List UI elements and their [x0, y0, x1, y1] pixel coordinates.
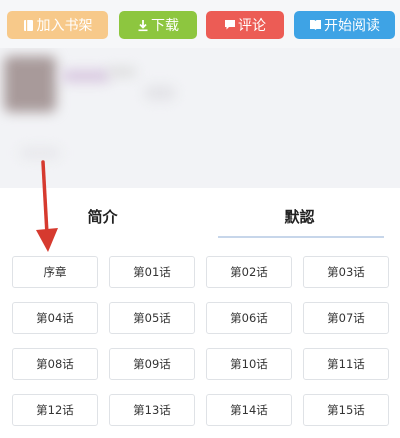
- chapter-button[interactable]: 第08话: [12, 348, 98, 380]
- book-info-blurred: [0, 48, 400, 188]
- comment-icon: [224, 19, 236, 31]
- chapter-button[interactable]: 第05话: [109, 302, 195, 334]
- chapter-button[interactable]: 第11话: [303, 348, 389, 380]
- comment-label: 评论: [238, 18, 266, 34]
- chapter-button[interactable]: 第01话: [109, 256, 195, 288]
- download-icon: [137, 19, 149, 32]
- tab-intro[interactable]: 简介: [55, 198, 150, 234]
- open-book-icon: [309, 19, 322, 31]
- start-reading-label: 开始阅读: [324, 18, 380, 34]
- blurred-text: [145, 86, 175, 100]
- comment-button[interactable]: 评论: [206, 11, 284, 39]
- blurred-title: [62, 70, 110, 82]
- chapter-button[interactable]: 第14话: [206, 394, 292, 426]
- chapter-button[interactable]: 第15话: [303, 394, 389, 426]
- tab-catalog[interactable]: 默認: [252, 198, 347, 234]
- chapter-button[interactable]: 第03话: [303, 256, 389, 288]
- chapter-button[interactable]: 第13话: [109, 394, 195, 426]
- chapter-button[interactable]: 第02话: [206, 256, 292, 288]
- chapter-panel: 简介 默認 序章 第01话 第02话 第03话 第04话 第05话 第06话 第…: [0, 188, 400, 438]
- chapter-button[interactable]: 第04话: [12, 302, 98, 334]
- annotation-arrow: [36, 160, 58, 252]
- blurred-text: [108, 68, 136, 76]
- chapter-button[interactable]: 第06话: [206, 302, 292, 334]
- active-tab-indicator: [218, 236, 384, 238]
- add-to-shelf-button[interactable]: 加入书架: [7, 11, 108, 39]
- download-label: 下载: [151, 18, 179, 34]
- start-reading-button[interactable]: 开始阅读: [294, 11, 395, 39]
- download-button[interactable]: 下载: [119, 11, 197, 39]
- chapter-button[interactable]: 第10话: [206, 348, 292, 380]
- chapter-button[interactable]: 第09话: [109, 348, 195, 380]
- chapter-button[interactable]: 序章: [12, 256, 98, 288]
- book-icon: [23, 19, 35, 32]
- blurred-text: [20, 148, 60, 158]
- chapter-button[interactable]: 第12话: [12, 394, 98, 426]
- book-cover-thumbnail: [4, 56, 56, 112]
- add-to-shelf-label: 加入书架: [36, 18, 93, 34]
- chapter-button[interactable]: 第07话: [303, 302, 389, 334]
